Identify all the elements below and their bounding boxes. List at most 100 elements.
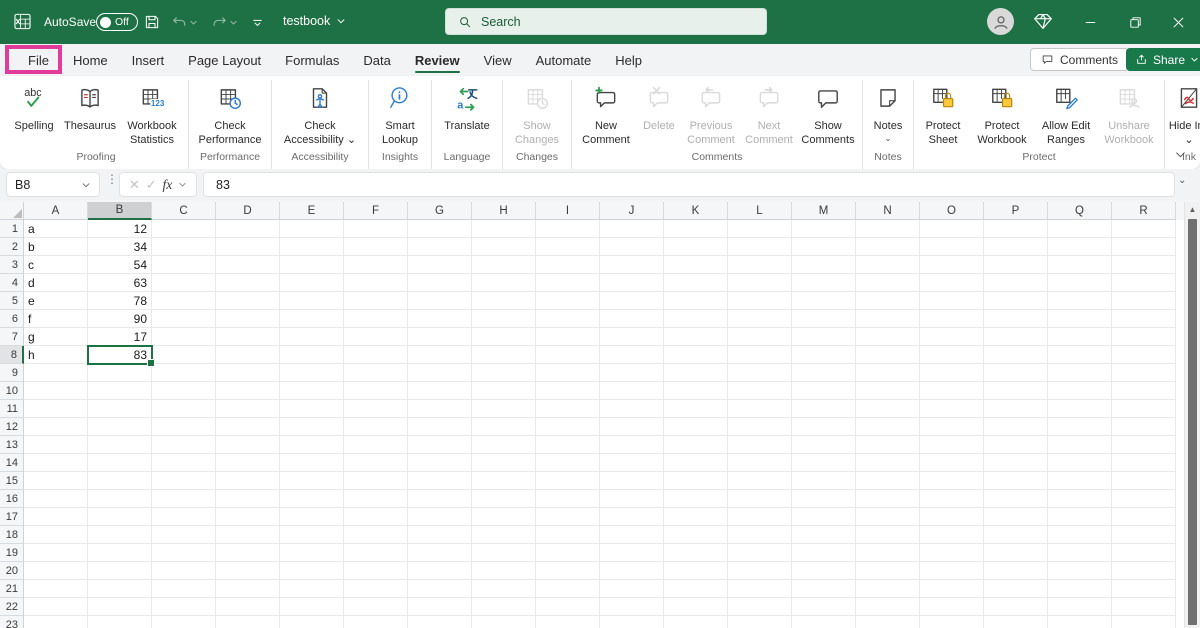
cell-N13[interactable]: [856, 436, 920, 454]
cell-M19[interactable]: [792, 544, 856, 562]
cell-D18[interactable]: [216, 526, 280, 544]
formula-input[interactable]: [204, 178, 1104, 192]
cell-L4[interactable]: [728, 274, 792, 292]
cell-I13[interactable]: [536, 436, 600, 454]
row-header-17[interactable]: 17: [0, 508, 24, 526]
cell-J1[interactable]: [600, 220, 664, 238]
row-header-21[interactable]: 21: [0, 580, 24, 598]
cell-G23[interactable]: [408, 616, 472, 628]
cell-I3[interactable]: [536, 256, 600, 274]
cell-O4[interactable]: [920, 274, 984, 292]
cell-I16[interactable]: [536, 490, 600, 508]
cell-E8[interactable]: [280, 346, 344, 364]
cell-R22[interactable]: [1112, 598, 1176, 616]
cell-C15[interactable]: [152, 472, 216, 490]
cell-P8[interactable]: [984, 346, 1048, 364]
cell-C17[interactable]: [152, 508, 216, 526]
cell-E23[interactable]: [280, 616, 344, 628]
cell-I2[interactable]: [536, 238, 600, 256]
confirm-entry-icon[interactable]: ✓: [146, 177, 157, 193]
cell-G20[interactable]: [408, 562, 472, 580]
row-header-23[interactable]: 23: [0, 616, 24, 628]
autosave-toggle[interactable]: Off: [96, 13, 138, 31]
cell-P23[interactable]: [984, 616, 1048, 628]
cell-E6[interactable]: [280, 310, 344, 328]
cell-M18[interactable]: [792, 526, 856, 544]
cell-C5[interactable]: [152, 292, 216, 310]
column-header-I[interactable]: I: [536, 202, 600, 220]
check-accessibility-button[interactable]: Check Accessibility ⌄: [275, 80, 365, 148]
cell-I15[interactable]: [536, 472, 600, 490]
cell-A2[interactable]: b: [24, 238, 88, 256]
cell-G14[interactable]: [408, 454, 472, 472]
cell-F17[interactable]: [344, 508, 408, 526]
cell-D11[interactable]: [216, 400, 280, 418]
column-header-J[interactable]: J: [600, 202, 664, 220]
cell-N19[interactable]: [856, 544, 920, 562]
cell-H6[interactable]: [472, 310, 536, 328]
cell-A22[interactable]: [24, 598, 88, 616]
cell-R11[interactable]: [1112, 400, 1176, 418]
cell-L17[interactable]: [728, 508, 792, 526]
cell-Q12[interactable]: [1048, 418, 1112, 436]
cell-M10[interactable]: [792, 382, 856, 400]
cell-P20[interactable]: [984, 562, 1048, 580]
cell-L5[interactable]: [728, 292, 792, 310]
cell-E10[interactable]: [280, 382, 344, 400]
cell-K7[interactable]: [664, 328, 728, 346]
cell-I20[interactable]: [536, 562, 600, 580]
cell-B17[interactable]: [88, 508, 152, 526]
cell-G2[interactable]: [408, 238, 472, 256]
cell-F1[interactable]: [344, 220, 408, 238]
cell-M4[interactable]: [792, 274, 856, 292]
cell-M9[interactable]: [792, 364, 856, 382]
cell-E19[interactable]: [280, 544, 344, 562]
cell-L9[interactable]: [728, 364, 792, 382]
cell-G7[interactable]: [408, 328, 472, 346]
cell-O10[interactable]: [920, 382, 984, 400]
cell-J21[interactable]: [600, 580, 664, 598]
cell-K14[interactable]: [664, 454, 728, 472]
cell-E16[interactable]: [280, 490, 344, 508]
cell-O1[interactable]: [920, 220, 984, 238]
cell-P10[interactable]: [984, 382, 1048, 400]
cell-J22[interactable]: [600, 598, 664, 616]
cell-H1[interactable]: [472, 220, 536, 238]
cell-Q18[interactable]: [1048, 526, 1112, 544]
cell-O12[interactable]: [920, 418, 984, 436]
column-header-N[interactable]: N: [856, 202, 920, 220]
cell-E1[interactable]: [280, 220, 344, 238]
cell-D13[interactable]: [216, 436, 280, 454]
row-header-13[interactable]: 13: [0, 436, 24, 454]
cell-L19[interactable]: [728, 544, 792, 562]
cell-H5[interactable]: [472, 292, 536, 310]
tab-file[interactable]: File: [16, 44, 61, 76]
cell-O5[interactable]: [920, 292, 984, 310]
cell-D8[interactable]: [216, 346, 280, 364]
cell-J10[interactable]: [600, 382, 664, 400]
tab-help[interactable]: Help: [603, 44, 654, 76]
account-avatar[interactable]: [987, 8, 1014, 35]
comments-button[interactable]: Comments: [1030, 48, 1129, 71]
cell-B11[interactable]: [88, 400, 152, 418]
row-header-15[interactable]: 15: [0, 472, 24, 490]
formula-bar-expand-chevron[interactable]: ⌄: [1178, 175, 1186, 186]
cell-A21[interactable]: [24, 580, 88, 598]
cell-G10[interactable]: [408, 382, 472, 400]
cell-N14[interactable]: [856, 454, 920, 472]
cell-D16[interactable]: [216, 490, 280, 508]
cell-B2[interactable]: 34: [88, 238, 152, 256]
cell-F3[interactable]: [344, 256, 408, 274]
cell-C7[interactable]: [152, 328, 216, 346]
cell-H18[interactable]: [472, 526, 536, 544]
cell-H19[interactable]: [472, 544, 536, 562]
cell-D15[interactable]: [216, 472, 280, 490]
cell-M8[interactable]: [792, 346, 856, 364]
cell-P12[interactable]: [984, 418, 1048, 436]
cell-N4[interactable]: [856, 274, 920, 292]
column-header-R[interactable]: R: [1112, 202, 1176, 220]
cell-K5[interactable]: [664, 292, 728, 310]
delete-button[interactable]: Delete: [637, 80, 681, 148]
cell-R4[interactable]: [1112, 274, 1176, 292]
cell-J17[interactable]: [600, 508, 664, 526]
